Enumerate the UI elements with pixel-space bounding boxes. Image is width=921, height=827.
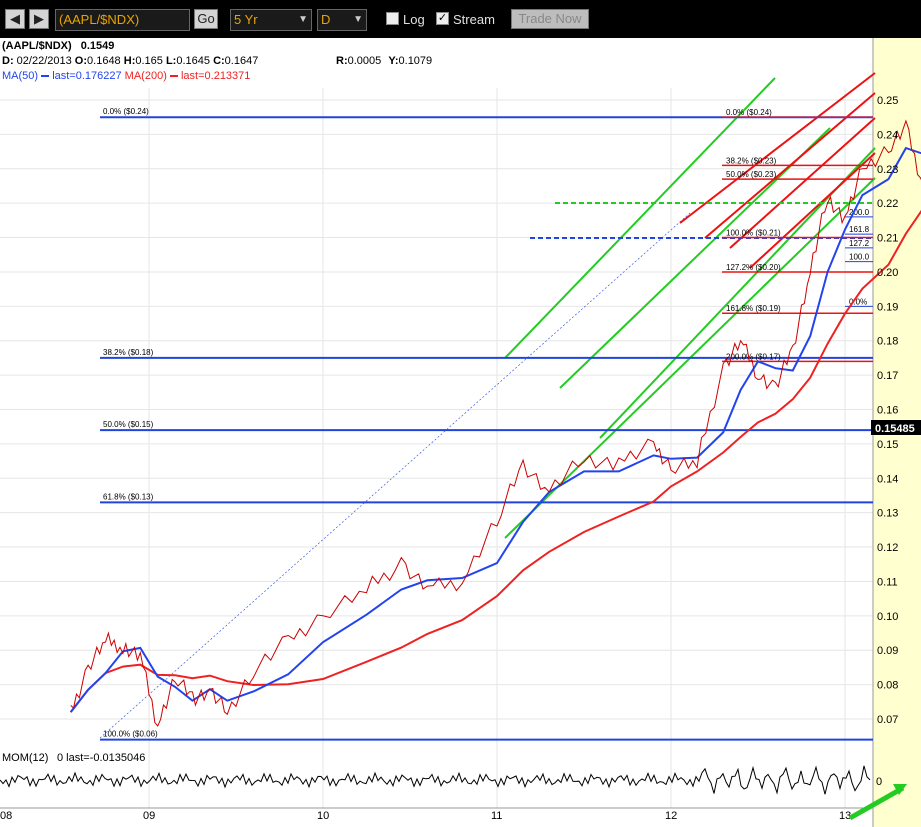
price-tick-label: 0.24	[877, 129, 898, 141]
time-axis: 08 09 10 11 12 13	[0, 810, 851, 822]
time-tick-label: 11	[491, 810, 502, 822]
momentum-last: 0 last=-0.0135046	[57, 752, 145, 764]
time-tick-label: 08	[0, 810, 12, 822]
period-select[interactable]: 5 Yr ▼	[230, 9, 312, 31]
period-value: 5 Yr	[234, 12, 258, 27]
inner-fib-label: 0.0% ($0.24)	[726, 108, 772, 117]
inner-fib-label: 100.0% ($0.21)	[726, 229, 781, 238]
price-tick-label: 0.20	[877, 267, 898, 279]
price-tick-label: 0.21	[877, 233, 898, 245]
go-button[interactable]: Go	[194, 9, 218, 29]
back-button[interactable]: ◀	[5, 9, 25, 29]
toolbar: ◀ ▶ (AAPL/$NDX) Go 5 Yr ▼ D ▼ Log ✓ Stream…	[0, 0, 921, 38]
inner-fib-label: 200.0% ($0.17)	[726, 352, 781, 361]
inner-fib-label: 161.8	[849, 225, 870, 234]
log-checkbox[interactable]	[386, 12, 399, 25]
log-label: Log	[403, 12, 425, 27]
chevron-down-icon: ▼	[298, 14, 308, 25]
price-tick-label: 0.19	[877, 301, 898, 313]
price-line	[70, 119, 921, 727]
time-tick-label: 10	[317, 810, 329, 822]
chevron-down-icon: ▼	[353, 14, 363, 25]
price-tick-label: 0.16	[877, 405, 898, 417]
momentum-label: MOM(12)	[2, 752, 48, 764]
price-tick-label: 0.11	[877, 576, 898, 588]
price-tick-label: 0.07	[877, 714, 898, 726]
channel-line	[679, 72, 876, 224]
momentum-zero-label: 0	[876, 776, 882, 788]
price-tick-label: 0.23	[877, 164, 898, 176]
stream-checkbox[interactable]: ✓	[436, 12, 449, 25]
last-price-tag-label: 0.15485	[875, 423, 915, 435]
inner-fib-label: 161.8% ($0.19)	[726, 304, 781, 313]
interval-value: D	[321, 12, 331, 27]
fib-level-label: 100.0% ($0.06)	[103, 730, 158, 739]
inner-fib-label: 127.2	[849, 239, 870, 248]
price-tick-label: 0.12	[877, 542, 898, 554]
momentum-line	[0, 765, 871, 795]
price-tick-label: 0.13	[877, 508, 898, 520]
price-tick-label: 0.09	[877, 645, 898, 657]
trade-now-button[interactable]: Trade Now	[511, 9, 589, 29]
momentum-panel: MOM(12) 0 last=-0.0135046 0	[0, 752, 882, 795]
forward-button[interactable]: ▶	[29, 9, 49, 29]
price-tick-label: 0.14	[877, 473, 898, 485]
inner-fib-label: 127.2% ($0.20)	[726, 263, 781, 272]
time-tick-label: 09	[143, 810, 155, 822]
price-tick-label: 0.22	[877, 198, 898, 210]
inner-fib-label: 100.0	[849, 253, 870, 262]
ma200-line	[69, 209, 921, 713]
time-tick-label: 12	[665, 810, 677, 822]
fib-level-label: 50.0% ($0.15)	[103, 420, 154, 429]
interval-select[interactable]: D ▼	[317, 9, 367, 31]
fib-level-label: 61.8% ($0.13)	[103, 492, 154, 501]
inner-fib-label: 38.2% ($0.23)	[726, 156, 777, 165]
fib-level-label: 0.0% ($0.24)	[103, 107, 149, 116]
price-tick-label: 0.17	[877, 370, 898, 382]
price-tick-label: 0.08	[877, 680, 898, 692]
stream-label: Stream	[453, 12, 495, 27]
trend-line-dotted	[99, 212, 691, 739]
price-chart: 0.0% ($0.24) 38.2% ($0.18) 50.0% ($0.15) 61…	[0, 38, 921, 827]
price-tick-label: 0.18	[877, 336, 898, 348]
inner-fib-label: 50.0% ($0.23)	[726, 170, 777, 179]
price-tick-label: 0.10	[877, 611, 898, 623]
fib-level-label: 38.2% ($0.18)	[103, 348, 154, 357]
price-tick-label: 0.15	[877, 439, 898, 451]
price-tick-label: 0.25	[877, 95, 898, 107]
symbol-input[interactable]: (AAPL/$NDX)	[55, 9, 190, 31]
